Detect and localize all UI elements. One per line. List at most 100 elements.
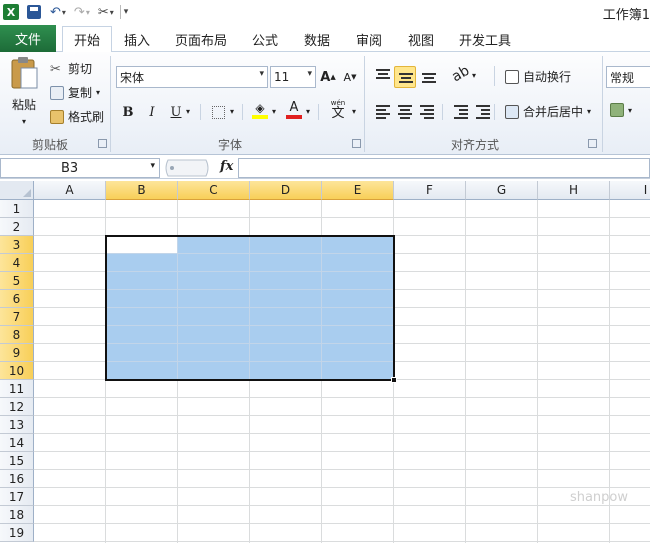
column-header-h[interactable]: H: [538, 181, 610, 200]
align-right-icon[interactable]: [418, 102, 436, 120]
row-header-15[interactable]: 15: [0, 452, 34, 470]
bold-button[interactable]: B: [118, 102, 138, 122]
row-header-14[interactable]: 14: [0, 434, 34, 452]
italic-button[interactable]: I: [142, 102, 162, 122]
row-header-9[interactable]: 9: [0, 344, 34, 362]
tab-home[interactable]: 开始: [62, 26, 112, 53]
undo-dropdown-icon[interactable]: ▾: [62, 3, 66, 21]
increase-indent-icon[interactable]: [474, 102, 492, 120]
row-header-17[interactable]: 17: [0, 488, 34, 506]
column-header-b[interactable]: B: [106, 181, 178, 200]
row-header-7[interactable]: 7: [0, 308, 34, 326]
font-launcher-icon[interactable]: [352, 139, 361, 148]
row-header-12[interactable]: 12: [0, 398, 34, 416]
accounting-dropdown-icon[interactable]: ▾: [628, 106, 632, 115]
row-header-8[interactable]: 8: [0, 326, 34, 344]
tab-developer[interactable]: 开发工具: [452, 26, 518, 52]
font-size-combo[interactable]: 11 ▾: [270, 66, 316, 88]
font-size-dropdown-icon[interactable]: ▾: [307, 69, 312, 79]
cut-button[interactable]: ✂ 剪切: [50, 60, 92, 77]
align-bottom-icon[interactable]: [420, 66, 438, 84]
tools-icon[interactable]: ✂: [98, 3, 109, 21]
tab-data[interactable]: 数据: [296, 26, 338, 52]
column-header-g[interactable]: G: [466, 181, 538, 200]
row-header-13[interactable]: 13: [0, 416, 34, 434]
column-header-e[interactable]: E: [322, 181, 394, 200]
row-header-16[interactable]: 16: [0, 470, 34, 488]
row-header-3[interactable]: 3: [0, 236, 34, 254]
fill-color-button[interactable]: ◈: [250, 100, 270, 120]
formula-input[interactable]: [238, 158, 650, 178]
customize-qat-icon[interactable]: ▾: [124, 3, 129, 21]
column-header-i[interactable]: I: [610, 181, 650, 200]
tab-review[interactable]: 审阅: [348, 26, 390, 52]
tab-formulas[interactable]: 公式: [244, 26, 286, 52]
row-gridline: [34, 523, 650, 524]
fill-handle[interactable]: [391, 377, 397, 383]
row-header-19[interactable]: 19: [0, 524, 34, 542]
number-format-combo[interactable]: 常规: [606, 66, 650, 88]
tools-dropdown-icon[interactable]: ▾: [110, 3, 114, 21]
row-header-5[interactable]: 5: [0, 272, 34, 290]
align-middle-icon[interactable]: [394, 66, 416, 88]
borders-icon: [211, 105, 225, 119]
clipboard-launcher-icon[interactable]: [98, 139, 107, 148]
align-top-icon[interactable]: [374, 66, 392, 84]
tab-view[interactable]: 视图: [400, 26, 442, 52]
tab-insert[interactable]: 插入: [116, 26, 158, 52]
wrap-text-button[interactable]: 自动换行: [505, 68, 571, 85]
row-header-10[interactable]: 10: [0, 362, 34, 380]
row-header-6[interactable]: 6: [0, 290, 34, 308]
paste-button[interactable]: 粘贴 ▾: [6, 56, 42, 126]
paste-dropdown-icon[interactable]: ▾: [22, 117, 26, 126]
formula-resize-icon[interactable]: [162, 158, 212, 178]
font-name-dropdown-icon[interactable]: ▾: [259, 69, 264, 79]
shrink-font-button[interactable]: A ▼: [340, 67, 360, 87]
name-box-dropdown-icon[interactable]: ▾: [150, 161, 155, 171]
row-header-18[interactable]: 18: [0, 506, 34, 524]
tab-file[interactable]: 文件: [0, 25, 56, 52]
grow-font-button[interactable]: A ▲: [318, 67, 338, 87]
row-header-2[interactable]: 2: [0, 218, 34, 236]
row-header-1[interactable]: 1: [0, 200, 34, 218]
copy-icon: [50, 85, 64, 100]
align-left-icon[interactable]: [374, 102, 392, 120]
merge-center-dropdown-icon[interactable]: ▾: [587, 107, 591, 116]
column-header-c[interactable]: C: [178, 181, 250, 200]
redo-icon[interactable]: ↷: [74, 3, 85, 21]
underline-button[interactable]: U: [166, 102, 186, 122]
shrink-font-label: A: [343, 70, 352, 84]
row-header-4[interactable]: 4: [0, 254, 34, 272]
font-name-combo[interactable]: 宋体 ▾: [116, 66, 268, 88]
font-color-button[interactable]: A: [284, 100, 304, 120]
align-center-icon[interactable]: [396, 102, 414, 120]
insert-function-icon[interactable]: fx: [220, 159, 233, 174]
alignment-launcher-icon[interactable]: [588, 139, 597, 148]
column-header-d[interactable]: D: [250, 181, 322, 200]
row-header-11[interactable]: 11: [0, 380, 34, 398]
orientation-dropdown-icon[interactable]: ▾: [472, 71, 476, 80]
undo-icon[interactable]: ↶: [50, 3, 61, 21]
fill-color-dropdown-icon[interactable]: ▾: [272, 107, 276, 116]
redo-dropdown-icon[interactable]: ▾: [86, 3, 90, 21]
column-header-f[interactable]: F: [394, 181, 466, 200]
format-painter-button[interactable]: 格式刷: [50, 108, 104, 125]
merge-center-button[interactable]: 合并后居中 ▾: [505, 103, 591, 120]
select-all-button[interactable]: [0, 181, 34, 200]
name-box[interactable]: B3 ▾: [0, 158, 160, 178]
copy-button[interactable]: 复制 ▾: [50, 84, 100, 101]
decrease-indent-icon[interactable]: [452, 102, 470, 120]
column-header-a[interactable]: A: [34, 181, 106, 200]
phonetic-button[interactable]: wén 文: [326, 99, 350, 121]
borders-dropdown-icon[interactable]: ▾: [230, 107, 234, 116]
copy-dropdown-icon[interactable]: ▾: [96, 88, 100, 97]
align-divider: [494, 66, 495, 86]
save-icon[interactable]: [27, 5, 41, 19]
font-color-dropdown-icon[interactable]: ▾: [306, 107, 310, 116]
phonetic-dropdown-icon[interactable]: ▾: [352, 107, 356, 116]
tab-page-layout[interactable]: 页面布局: [168, 26, 234, 52]
accounting-format-button[interactable]: ▾: [610, 103, 632, 117]
orientation-icon[interactable]: ab: [449, 63, 472, 86]
underline-dropdown-icon[interactable]: ▾: [186, 107, 190, 116]
borders-button[interactable]: [208, 102, 228, 122]
